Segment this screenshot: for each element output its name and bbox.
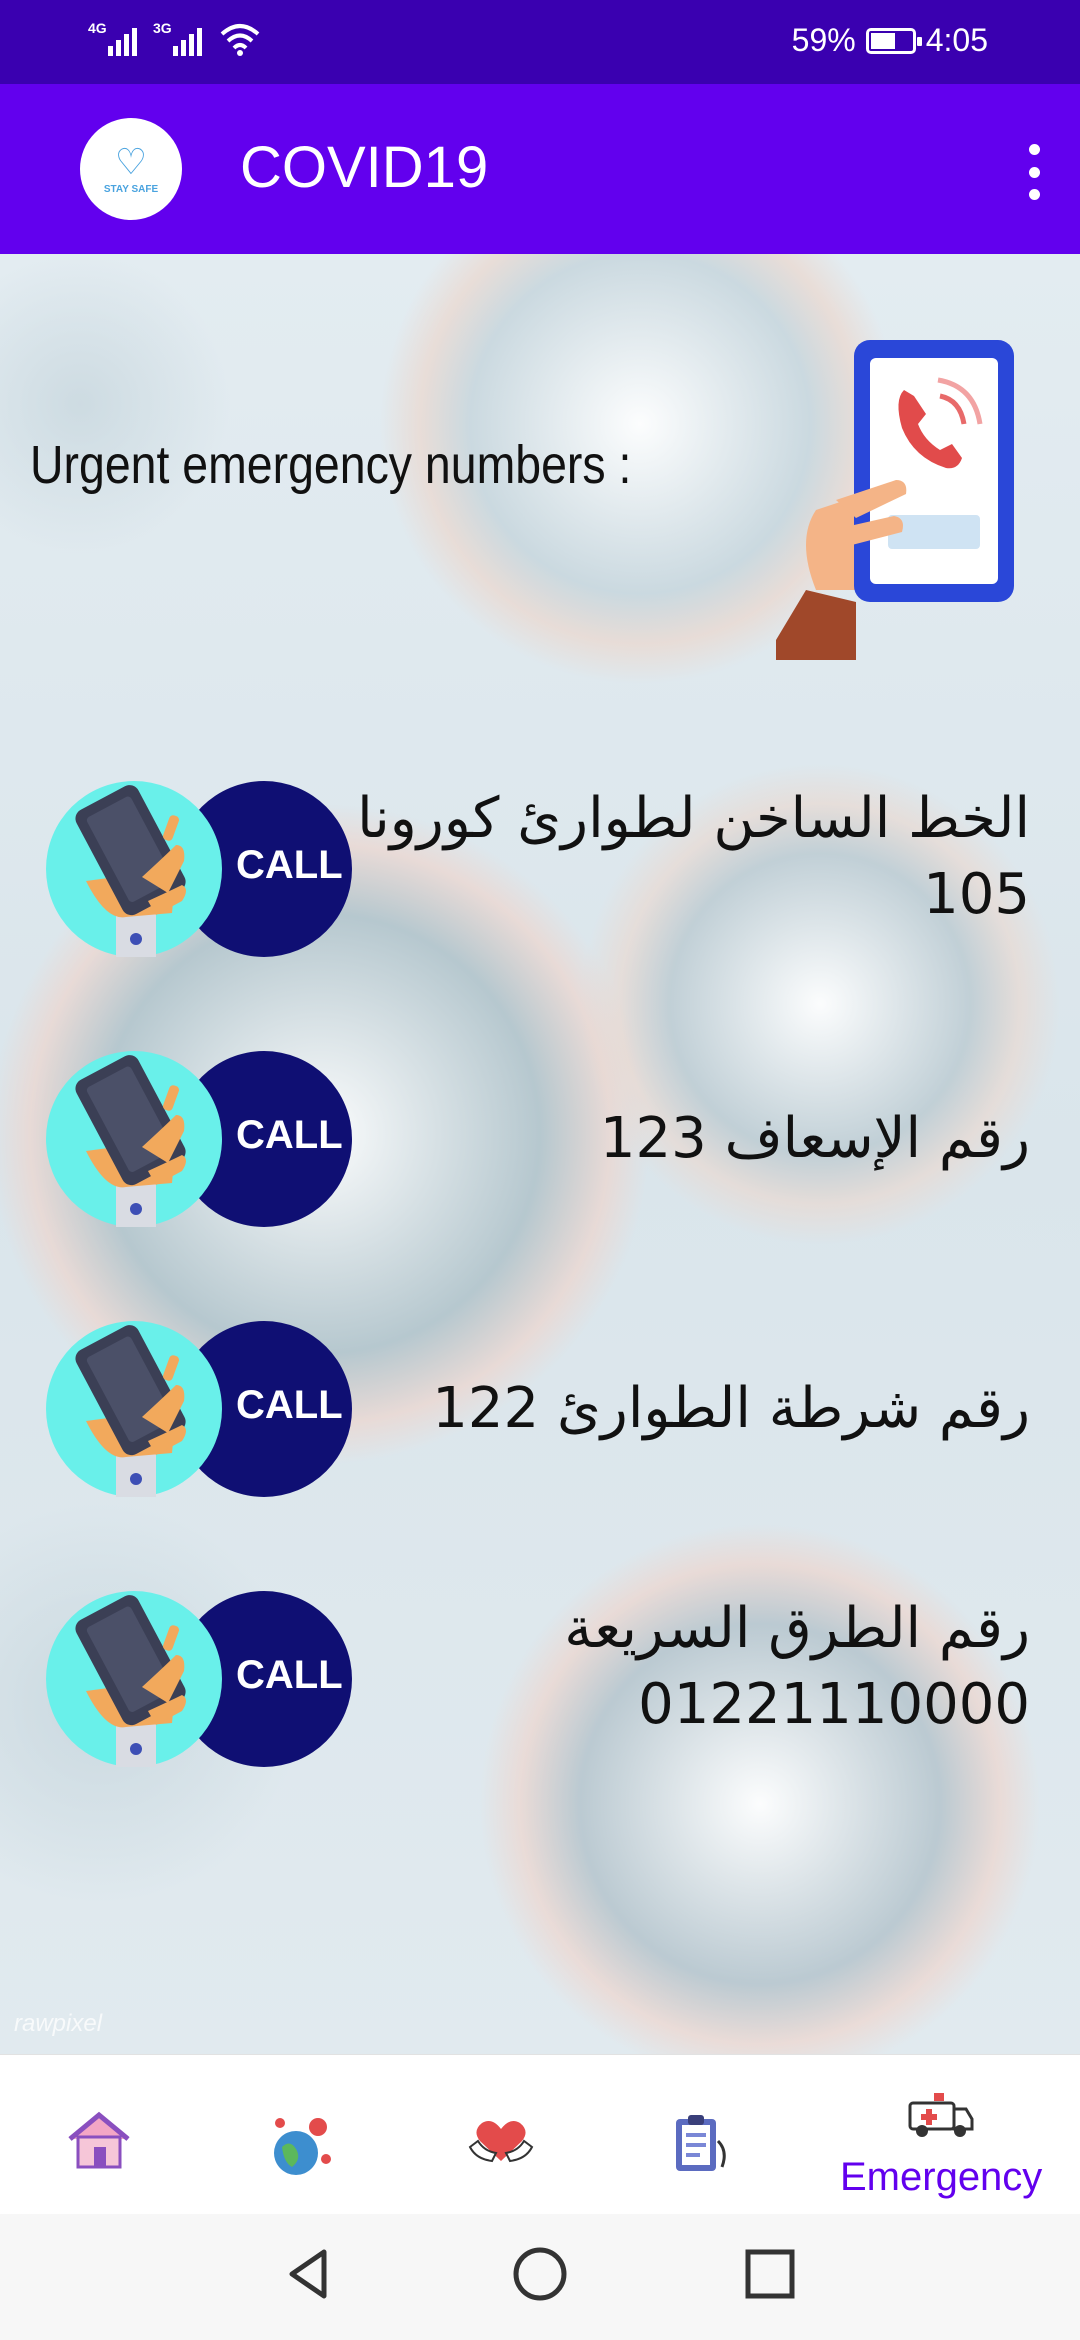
- call-label: CALL: [236, 1383, 343, 1427]
- nav-home[interactable]: [0, 2055, 200, 2215]
- status-bar: 4G 3G 59% 4:05: [0, 0, 1080, 84]
- emergency-name: رقم الطرق السريعة: [564, 1596, 1030, 1661]
- phone-hand-icon: [75, 1595, 186, 1767]
- emergency-label: الخط الساخن لطوارئ كورونا 105: [357, 781, 1030, 933]
- emergency-content: Urgent emergency numbers : CALL الخط الس…: [0, 254, 1080, 2054]
- network-type-label: 3G: [153, 20, 172, 36]
- call-button[interactable]: CALL: [46, 1591, 352, 1767]
- call-button[interactable]: CALL: [46, 1321, 352, 1497]
- emergency-number: 105: [923, 862, 1030, 927]
- call-button[interactable]: CALL: [46, 781, 352, 957]
- phone-in-hand-illustration: [776, 340, 1014, 660]
- watermark: rawpixel: [14, 2010, 103, 2037]
- emergency-label: رقم الإسعاف 123: [600, 1101, 1030, 1177]
- clipboard-icon: [676, 2115, 726, 2171]
- status-icons-right: 59% 4:05: [792, 22, 988, 59]
- call-label: CALL: [236, 1653, 343, 1697]
- emergency-label: رقم شرطة الطوارئ 122: [432, 1371, 1030, 1447]
- nav-world[interactable]: [200, 2055, 400, 2215]
- phone-hand-icon: [75, 1325, 186, 1497]
- wifi-icon: [220, 24, 260, 56]
- back-icon[interactable]: [280, 2244, 340, 2304]
- nav-care[interactable]: [400, 2055, 600, 2215]
- emergency-number: 01221110000: [638, 1672, 1030, 1737]
- call-button[interactable]: CALL: [46, 1051, 352, 1227]
- clock: 4:05: [925, 22, 988, 58]
- battery-icon: [865, 27, 922, 54]
- network-type-label: 4G: [88, 20, 107, 36]
- home-icon: [68, 2111, 130, 2169]
- call-label: CALL: [236, 843, 343, 887]
- emergency-row-ambulance: CALL رقم الإسعاف 123: [0, 1051, 1080, 1231]
- emergency-row-police: CALL رقم شرطة الطوارئ 122: [0, 1321, 1080, 1501]
- emergency-label: رقم الطرق السريعة 01221110000: [564, 1591, 1030, 1743]
- nav-emergency[interactable]: Emergency: [840, 2055, 1043, 2215]
- app-bar: ♡ STAY SAFE COVID19: [0, 84, 1080, 254]
- section-title: Urgent emergency numbers :: [30, 435, 632, 495]
- status-icons-left: 4G 3G: [88, 20, 260, 56]
- more-vert-icon[interactable]: [1024, 144, 1044, 200]
- app-title: COVID19: [240, 135, 489, 200]
- bottom-navigation: Emergency: [0, 2054, 1080, 2215]
- signal-4g-icon: 4G: [88, 20, 137, 56]
- globe-virus-icon: [274, 2118, 331, 2175]
- nav-checklist[interactable]: [600, 2055, 800, 2215]
- emergency-row-highway: CALL رقم الطرق السريعة 01221110000: [0, 1591, 1080, 1771]
- recents-icon[interactable]: [740, 2244, 800, 2304]
- heart-hands-icon: [468, 2121, 534, 2163]
- ambulance-icon: [908, 2093, 974, 2137]
- system-navigation-bar: [0, 2214, 1080, 2340]
- emergency-name: رقم الإسعاف 123: [599, 1106, 1030, 1171]
- emergency-name: الخط الساخن لطوارئ كورونا: [357, 786, 1030, 851]
- emergency-name: رقم شرطة الطوارئ 122: [432, 1376, 1030, 1441]
- phone-hand-icon: [75, 785, 186, 957]
- nav-label-emergency: Emergency: [840, 2155, 1043, 2199]
- logo-text: STAY SAFE: [103, 183, 159, 195]
- battery-percent: 59%: [791, 22, 856, 58]
- call-label: CALL: [236, 1113, 343, 1157]
- emergency-row-corona-hotline: CALL الخط الساخن لطوارئ كورونا 105: [0, 781, 1080, 961]
- heart-icon: ♡: [114, 140, 148, 182]
- home-circle-icon[interactable]: [510, 2244, 570, 2304]
- phone-hand-icon: [75, 1055, 186, 1227]
- signal-3g-icon: 3G: [153, 20, 202, 56]
- app-logo: ♡ STAY SAFE: [80, 118, 182, 220]
